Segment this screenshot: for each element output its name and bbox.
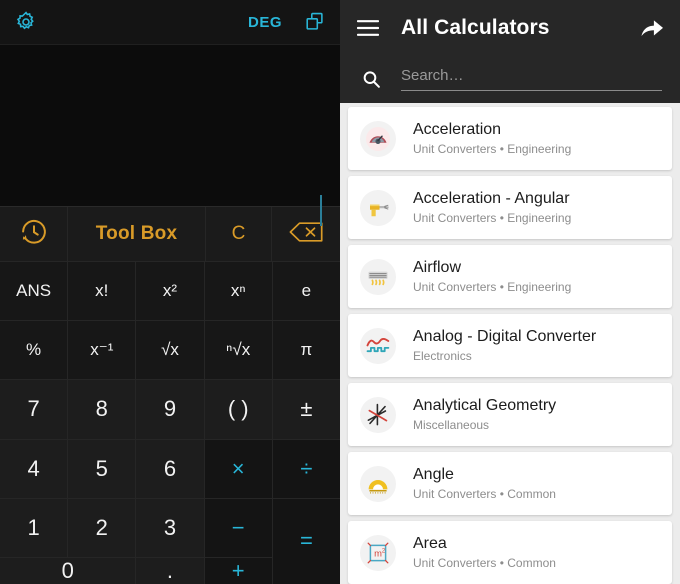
key-0[interactable]: 0 bbox=[0, 558, 136, 584]
list-item[interactable]: Analog - Digital Converter Electronics bbox=[348, 314, 672, 377]
calculator-panel: DEG Tool Box C ANS x! x² xⁿ e % x⁻¹ √x ⁿ… bbox=[0, 0, 340, 584]
key-pi[interactable]: π bbox=[272, 321, 340, 380]
list-item[interactable]: Area Unit Converters • Common bbox=[348, 521, 672, 584]
key-ans[interactable]: ANS bbox=[0, 262, 68, 321]
key-2[interactable]: 2 bbox=[68, 498, 136, 557]
protractor-icon bbox=[360, 465, 396, 502]
air-conditioner-icon bbox=[360, 258, 396, 295]
angle-mode-label[interactable]: DEG bbox=[248, 14, 282, 31]
calculator-toolbar: Tool Box C bbox=[0, 206, 340, 262]
key-8[interactable]: 8 bbox=[68, 380, 136, 439]
key-9[interactable]: 9 bbox=[136, 380, 204, 439]
key-sqrt[interactable]: √x bbox=[136, 321, 204, 380]
list-item-title: Acceleration bbox=[413, 121, 502, 138]
key-square[interactable]: x² bbox=[136, 262, 204, 321]
key-minus[interactable]: − bbox=[204, 498, 272, 557]
list-item-text: Acceleration - Angular Unit Converters • … bbox=[413, 189, 571, 226]
history-clock-icon bbox=[19, 217, 49, 252]
share-icon[interactable] bbox=[640, 17, 664, 39]
key-4[interactable]: 4 bbox=[0, 439, 68, 498]
copy-windows-icon[interactable] bbox=[304, 11, 326, 33]
list-item-text: Airflow Unit Converters • Engineering bbox=[413, 258, 571, 295]
calculator-topbar: DEG bbox=[0, 0, 340, 45]
list-item-text: Area Unit Converters • Common bbox=[413, 534, 556, 571]
list-item-title: Angle bbox=[413, 466, 454, 483]
list-item[interactable]: Acceleration - Angular Unit Converters • … bbox=[348, 176, 672, 239]
key-equals[interactable]: = bbox=[272, 498, 340, 584]
list-item-title: Analog - Digital Converter bbox=[413, 328, 597, 345]
key-6[interactable]: 6 bbox=[136, 439, 204, 498]
key-factorial[interactable]: x! bbox=[68, 262, 136, 321]
key-multiply[interactable]: × bbox=[204, 439, 272, 498]
key-divide[interactable]: ÷ bbox=[272, 439, 340, 498]
axes-line-icon bbox=[360, 396, 396, 433]
waveform-icon bbox=[360, 327, 396, 364]
list-item-subtitle: Miscellaneous bbox=[413, 418, 490, 432]
calculator-keypad: ANS x! x² xⁿ e% x⁻¹ √x ⁿ√x π 7 8 9( ) ±4 5 6 × ÷ 1 2 3− = 0. + bbox=[0, 262, 340, 584]
search-row bbox=[340, 55, 680, 103]
key-parentheses[interactable]: ( ) bbox=[204, 380, 272, 439]
search-input[interactable] bbox=[401, 67, 662, 84]
list-item-subtitle: Electronics bbox=[413, 349, 472, 363]
list-item-title: Airflow bbox=[413, 259, 462, 276]
text-cursor bbox=[320, 195, 322, 226]
history-button[interactable] bbox=[0, 207, 68, 261]
search-field bbox=[401, 67, 662, 91]
list-item-title: Area bbox=[413, 535, 447, 552]
list-item[interactable]: Acceleration Unit Converters • Engineerin… bbox=[348, 107, 672, 170]
key-e[interactable]: e bbox=[272, 262, 340, 321]
key-decimal[interactable]: . bbox=[136, 558, 204, 584]
search-icon[interactable] bbox=[362, 70, 381, 89]
key-plus-minus[interactable]: ± bbox=[272, 380, 340, 439]
list-item-text: Acceleration Unit Converters • Engineerin… bbox=[413, 120, 571, 157]
page-title: All Calculators bbox=[401, 15, 550, 39]
list-item-text: Angle Unit Converters • Common bbox=[413, 465, 556, 502]
key-power-n[interactable]: xⁿ bbox=[204, 262, 272, 321]
list-item-title: Acceleration - Angular bbox=[413, 190, 570, 207]
list-item-subtitle: Unit Converters • Common bbox=[413, 487, 556, 501]
calculator-display[interactable] bbox=[0, 45, 340, 226]
key-7[interactable]: 7 bbox=[0, 380, 68, 439]
list-item[interactable]: Analytical Geometry Miscellaneous bbox=[348, 383, 672, 446]
list-item[interactable]: Airflow Unit Converters • Engineering bbox=[348, 245, 672, 308]
key-nth-root[interactable]: ⁿ√x bbox=[204, 321, 272, 380]
list-item-text: Analog - Digital Converter Electronics bbox=[413, 327, 596, 364]
list-item-subtitle: Unit Converters • Common bbox=[413, 556, 556, 570]
all-calculators-panel: All Calculators Acceleration Unit Convert… bbox=[340, 0, 680, 584]
gauge-icon bbox=[360, 120, 396, 157]
list-item-title: Analytical Geometry bbox=[413, 397, 557, 414]
key-5[interactable]: 5 bbox=[68, 439, 136, 498]
area-ruler-icon bbox=[360, 534, 396, 571]
gear-icon[interactable] bbox=[14, 10, 38, 34]
calculator-list[interactable]: Acceleration Unit Converters • Engineerin… bbox=[340, 103, 680, 584]
list-header: All Calculators bbox=[340, 0, 680, 55]
backspace-button[interactable] bbox=[272, 207, 340, 261]
list-item-text: Analytical Geometry Miscellaneous bbox=[413, 396, 556, 433]
key-plus[interactable]: + bbox=[204, 558, 272, 584]
list-item-subtitle: Unit Converters • Engineering bbox=[413, 142, 572, 156]
key-3[interactable]: 3 bbox=[136, 498, 204, 557]
hamburger-menu-icon[interactable] bbox=[357, 19, 379, 37]
list-item-subtitle: Unit Converters • Engineering bbox=[413, 280, 572, 294]
list-item-subtitle: Unit Converters • Engineering bbox=[413, 211, 572, 225]
list-item[interactable]: Angle Unit Converters • Common bbox=[348, 452, 672, 515]
key-percent[interactable]: % bbox=[0, 321, 68, 380]
key-reciprocal[interactable]: x⁻¹ bbox=[68, 321, 136, 380]
tool-box-button[interactable]: Tool Box bbox=[68, 207, 206, 261]
key-1[interactable]: 1 bbox=[0, 498, 68, 557]
clear-button[interactable]: C bbox=[206, 207, 272, 261]
drill-icon bbox=[360, 189, 396, 226]
